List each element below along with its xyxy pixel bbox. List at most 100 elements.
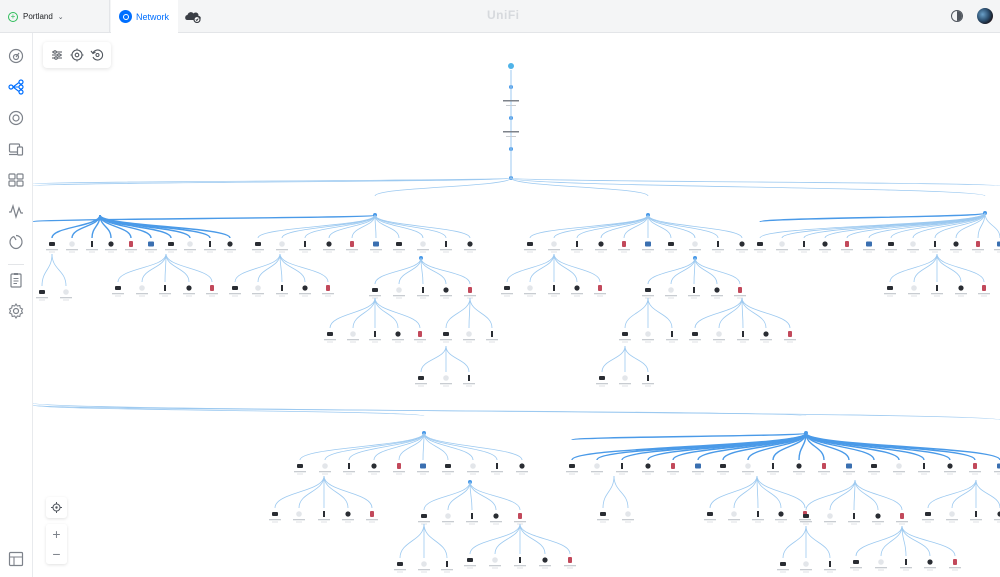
uplink-line xyxy=(33,214,376,223)
device-label xyxy=(501,293,513,295)
uplink-line xyxy=(571,432,807,441)
device-label xyxy=(875,567,887,569)
tab-network[interactable]: Network xyxy=(111,0,178,33)
device-label xyxy=(969,471,981,473)
device-node xyxy=(716,331,722,337)
device-label xyxy=(46,249,58,251)
topology-canvas[interactable] xyxy=(33,33,1000,577)
uplink-line xyxy=(494,523,521,555)
site-switcher[interactable]: + Portland ⌄ xyxy=(0,0,110,33)
device-node xyxy=(496,463,498,469)
device-label xyxy=(564,565,576,567)
device-sublabel xyxy=(255,251,261,253)
user-avatar[interactable] xyxy=(977,8,993,24)
device-label xyxy=(717,471,729,473)
client-devices-icon[interactable] xyxy=(8,141,24,157)
device-node xyxy=(645,288,651,292)
device-sublabel xyxy=(443,341,449,343)
device-label xyxy=(843,471,855,473)
dashboard-icon[interactable] xyxy=(8,48,24,64)
device-label xyxy=(868,471,880,473)
device-label xyxy=(524,293,536,295)
uplink-line xyxy=(165,253,213,283)
device-sublabel xyxy=(921,473,927,475)
uplink-line xyxy=(756,475,782,509)
device-node xyxy=(707,512,713,516)
uplink-line xyxy=(423,432,523,461)
device-label xyxy=(711,295,723,297)
system-log-icon[interactable] xyxy=(8,272,24,288)
device-sublabel xyxy=(972,473,978,475)
device-sublabel xyxy=(469,523,475,525)
device-label xyxy=(145,249,157,251)
device-label xyxy=(946,519,958,521)
device-sublabel xyxy=(827,523,833,525)
device-label xyxy=(417,471,429,473)
topology-icon[interactable] xyxy=(8,79,24,95)
device-label xyxy=(440,383,452,385)
device-node xyxy=(905,559,907,565)
device-node xyxy=(671,463,675,469)
device-sublabel xyxy=(871,473,877,475)
device-node xyxy=(875,513,881,519)
device-sublabel xyxy=(669,341,675,343)
device-node xyxy=(568,557,572,563)
device-node xyxy=(227,241,233,247)
device-node xyxy=(668,242,674,246)
devices-icon[interactable] xyxy=(8,110,24,126)
device-sublabel xyxy=(466,341,472,343)
device-node xyxy=(927,559,933,565)
insights-icon[interactable] xyxy=(8,203,24,219)
device-label xyxy=(922,519,934,521)
device-node xyxy=(323,511,325,517)
device-sublabel xyxy=(128,251,134,253)
device-label xyxy=(800,569,812,571)
device-sublabel xyxy=(947,473,953,475)
device-node xyxy=(542,557,548,563)
cloud-gateway-icon[interactable] xyxy=(184,9,202,23)
device-node xyxy=(973,463,977,469)
theme-toggle-icon[interactable] xyxy=(951,10,963,22)
device-node xyxy=(647,375,649,381)
release-notes-icon[interactable] xyxy=(8,551,24,567)
device-node xyxy=(49,242,55,246)
device-label xyxy=(692,471,704,473)
device-sublabel xyxy=(745,473,751,475)
network-app-icon xyxy=(119,10,132,23)
gateway-sublabel xyxy=(506,136,516,137)
reset-view-icon[interactable] xyxy=(90,48,104,62)
filter-icon[interactable] xyxy=(50,48,64,62)
device-label xyxy=(319,471,331,473)
device-label xyxy=(619,339,631,341)
device-node xyxy=(255,242,261,246)
ports-icon[interactable] xyxy=(8,172,24,188)
device-node xyxy=(692,332,698,336)
zoom-out-icon[interactable]: − xyxy=(46,544,67,564)
device-label xyxy=(112,293,124,295)
uplink-line xyxy=(323,475,373,509)
device-node xyxy=(304,241,306,247)
device-node xyxy=(422,287,424,293)
device-sublabel xyxy=(504,295,510,297)
device-node xyxy=(887,286,893,290)
uplink-line xyxy=(529,214,649,239)
device-node xyxy=(446,561,448,567)
device-label xyxy=(872,521,884,523)
device-node xyxy=(396,242,402,246)
security-icon[interactable] xyxy=(8,234,24,250)
device-node xyxy=(255,285,261,291)
zoom-in-icon[interactable]: + xyxy=(46,524,67,544)
device-label xyxy=(949,567,961,569)
uplink-line xyxy=(975,479,1000,509)
device-label xyxy=(548,293,560,295)
recenter-icon[interactable] xyxy=(46,497,67,518)
device-sublabel xyxy=(740,341,746,343)
device-label xyxy=(752,519,764,521)
device-label xyxy=(712,249,724,251)
device-label xyxy=(539,565,551,567)
uplink-line xyxy=(324,432,425,461)
topology-map[interactable] xyxy=(33,33,1000,577)
settings-icon[interactable] xyxy=(8,303,24,319)
device-node xyxy=(445,513,451,519)
focus-icon[interactable] xyxy=(70,48,84,62)
